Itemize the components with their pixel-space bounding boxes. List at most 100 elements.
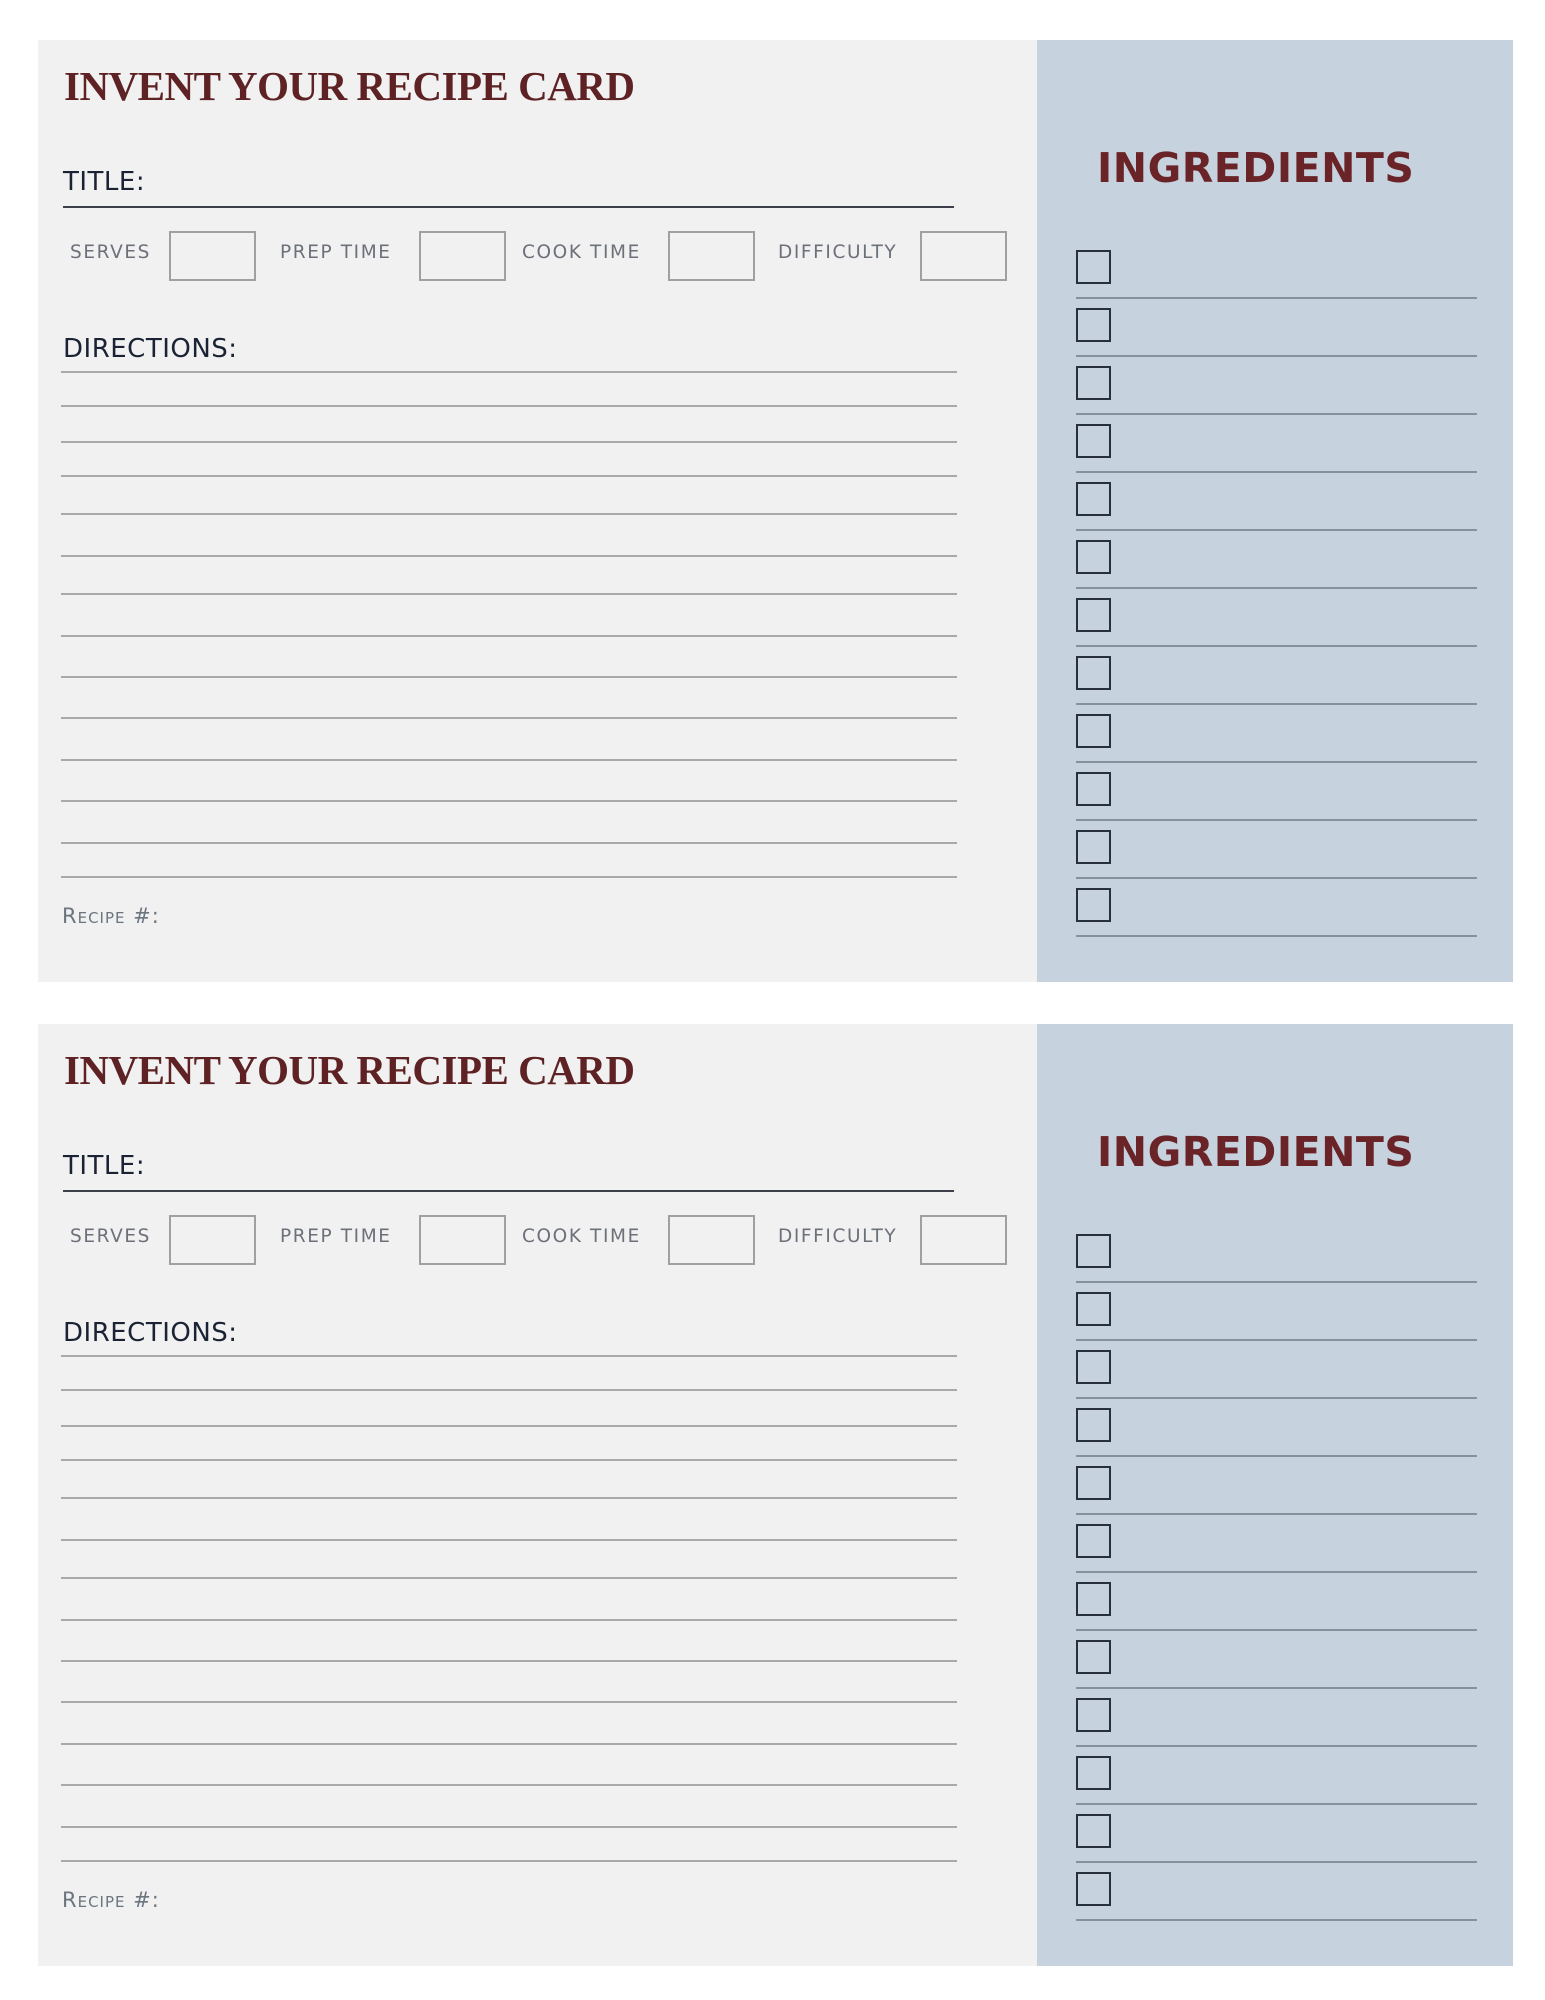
ingredient-checkbox[interactable] xyxy=(1076,482,1111,516)
direction-line[interactable] xyxy=(61,405,957,407)
ingredient-checkbox[interactable] xyxy=(1076,1466,1111,1500)
direction-line[interactable] xyxy=(61,1860,957,1862)
ingredient-checkbox[interactable] xyxy=(1076,1582,1111,1616)
ingredient-checkbox[interactable] xyxy=(1076,1698,1111,1732)
ingredient-line[interactable] xyxy=(1076,1629,1477,1631)
direction-line[interactable] xyxy=(61,635,957,637)
cook-time-input-box[interactable] xyxy=(668,231,755,281)
serves-label: SERVES xyxy=(70,242,151,263)
direction-line[interactable] xyxy=(61,676,957,678)
direction-line[interactable] xyxy=(61,1826,957,1828)
ingredient-line[interactable] xyxy=(1076,1281,1477,1283)
ingredient-line[interactable] xyxy=(1076,529,1477,531)
ingredient-checkbox[interactable] xyxy=(1076,656,1111,690)
ingredient-checkbox[interactable] xyxy=(1076,1408,1111,1442)
ingredient-line[interactable] xyxy=(1076,761,1477,763)
ingredient-line[interactable] xyxy=(1076,1803,1477,1805)
ingredient-checkbox[interactable] xyxy=(1076,366,1111,400)
ingredient-line[interactable] xyxy=(1076,1513,1477,1515)
prep-time-label: PREP TIME xyxy=(280,1226,392,1247)
recipe-number-label: Recipe #: xyxy=(62,904,160,928)
difficulty-input-box[interactable] xyxy=(920,1215,1007,1265)
ingredient-checkbox[interactable] xyxy=(1076,540,1111,574)
direction-line[interactable] xyxy=(61,441,957,443)
ingredient-checkbox[interactable] xyxy=(1076,1640,1111,1674)
direction-line[interactable] xyxy=(61,1355,957,1357)
direction-line[interactable] xyxy=(61,842,957,844)
direction-line[interactable] xyxy=(61,1784,957,1786)
title-field-underline[interactable] xyxy=(63,206,954,208)
ingredient-checkbox[interactable] xyxy=(1076,1292,1111,1326)
recipe-card-2: INVENT YOUR RECIPE CARD TITLE: SERVES PR… xyxy=(38,1024,1513,1966)
direction-line[interactable] xyxy=(61,1619,957,1621)
ingredient-checkbox[interactable] xyxy=(1076,1234,1111,1268)
ingredient-checkbox[interactable] xyxy=(1076,1350,1111,1384)
direction-line[interactable] xyxy=(61,555,957,557)
direction-line[interactable] xyxy=(61,475,957,477)
ingredient-line[interactable] xyxy=(1076,1397,1477,1399)
ingredient-line[interactable] xyxy=(1076,413,1477,415)
prep-time-input-box[interactable] xyxy=(419,231,506,281)
serves-input-box[interactable] xyxy=(169,1215,256,1265)
direction-line[interactable] xyxy=(61,876,957,878)
ingredient-checkbox[interactable] xyxy=(1076,1524,1111,1558)
direction-line[interactable] xyxy=(61,1577,957,1579)
cook-time-input-box[interactable] xyxy=(668,1215,755,1265)
direction-line[interactable] xyxy=(61,1497,957,1499)
ingredient-checkbox[interactable] xyxy=(1076,424,1111,458)
direction-line[interactable] xyxy=(61,1425,957,1427)
difficulty-label: DIFFICULTY xyxy=(778,242,898,263)
ingredient-line[interactable] xyxy=(1076,1919,1477,1921)
directions-label: DIRECTIONS: xyxy=(63,1318,238,1348)
ingredient-checkbox[interactable] xyxy=(1076,714,1111,748)
ingredient-line[interactable] xyxy=(1076,935,1477,937)
difficulty-input-box[interactable] xyxy=(920,231,1007,281)
ingredient-line[interactable] xyxy=(1076,471,1477,473)
title-field-underline[interactable] xyxy=(63,1190,954,1192)
ingredient-line[interactable] xyxy=(1076,1745,1477,1747)
serves-input-box[interactable] xyxy=(169,231,256,281)
ingredient-checkbox[interactable] xyxy=(1076,772,1111,806)
prep-time-input-box[interactable] xyxy=(419,1215,506,1265)
ingredient-checkbox[interactable] xyxy=(1076,1756,1111,1790)
serves-label: SERVES xyxy=(70,1226,151,1247)
ingredient-line[interactable] xyxy=(1076,1455,1477,1457)
direction-line[interactable] xyxy=(61,1539,957,1541)
direction-line[interactable] xyxy=(61,513,957,515)
ingredient-checkbox[interactable] xyxy=(1076,308,1111,342)
cook-time-label: COOK TIME xyxy=(522,1226,641,1247)
ingredient-checkbox[interactable] xyxy=(1076,888,1111,922)
ingredient-checkbox[interactable] xyxy=(1076,250,1111,284)
direction-line[interactable] xyxy=(61,1660,957,1662)
card-heading: INVENT YOUR RECIPE CARD xyxy=(64,63,635,109)
ingredient-line[interactable] xyxy=(1076,355,1477,357)
direction-line[interactable] xyxy=(61,1701,957,1703)
ingredient-line[interactable] xyxy=(1076,297,1477,299)
ingredient-checkbox[interactable] xyxy=(1076,598,1111,632)
direction-line[interactable] xyxy=(61,1743,957,1745)
direction-line[interactable] xyxy=(61,717,957,719)
ingredient-line[interactable] xyxy=(1076,1687,1477,1689)
ingredient-checkbox[interactable] xyxy=(1076,1872,1111,1906)
direction-line[interactable] xyxy=(61,593,957,595)
direction-line[interactable] xyxy=(61,371,957,373)
ingredients-panel: INGREDIENTS xyxy=(1037,1024,1513,1966)
ingredients-heading: INGREDIENTS xyxy=(1097,144,1415,192)
recipe-number-label: Recipe #: xyxy=(62,1888,160,1912)
ingredient-line[interactable] xyxy=(1076,1571,1477,1573)
direction-line[interactable] xyxy=(61,1459,957,1461)
ingredient-line[interactable] xyxy=(1076,1861,1477,1863)
direction-line[interactable] xyxy=(61,800,957,802)
direction-line[interactable] xyxy=(61,1389,957,1391)
ingredient-checkbox[interactable] xyxy=(1076,830,1111,864)
ingredient-line[interactable] xyxy=(1076,819,1477,821)
ingredient-line[interactable] xyxy=(1076,877,1477,879)
recipe-card-1: INVENT YOUR RECIPE CARD TITLE: SERVES PR… xyxy=(38,40,1513,982)
direction-line[interactable] xyxy=(61,759,957,761)
ingredient-line[interactable] xyxy=(1076,1339,1477,1341)
ingredient-line[interactable] xyxy=(1076,587,1477,589)
title-label: TITLE: xyxy=(63,1151,146,1181)
ingredient-line[interactable] xyxy=(1076,645,1477,647)
ingredient-line[interactable] xyxy=(1076,703,1477,705)
ingredient-checkbox[interactable] xyxy=(1076,1814,1111,1848)
